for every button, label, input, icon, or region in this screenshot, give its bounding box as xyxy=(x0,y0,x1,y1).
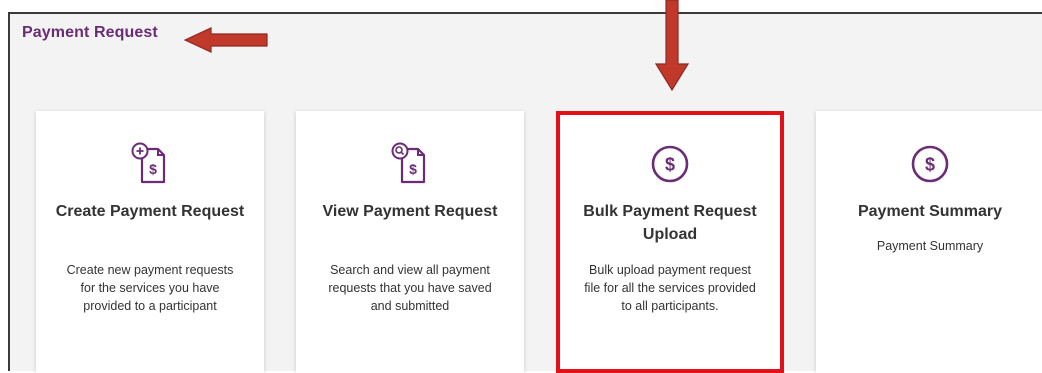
card-description: Create new payment requests for the serv… xyxy=(66,263,234,313)
svg-text:$: $ xyxy=(925,155,935,175)
dollar-circle-icon: $ xyxy=(560,139,780,189)
card-title: Payment Summary xyxy=(857,203,1003,220)
section-title: Payment Request xyxy=(22,24,158,41)
card-description: Bulk upload payment request file for all… xyxy=(584,263,756,313)
payment-summary-card[interactable]: $ Payment Summary Payment Summary xyxy=(816,111,1042,373)
view-payment-request-card[interactable]: $ View Payment Request Search and view a… xyxy=(296,111,524,373)
annotation-arrow-left-icon xyxy=(183,27,268,53)
card-description: Payment Summary xyxy=(876,239,984,253)
document-add-dollar-icon: $ xyxy=(36,139,264,189)
card-title: View Payment Request xyxy=(322,203,498,220)
svg-text:$: $ xyxy=(665,155,675,175)
payment-request-panel: Payment Request $ Create Payment Request… xyxy=(8,12,1042,373)
card-title: Bulk Payment Request Upload xyxy=(583,203,757,243)
document-search-dollar-icon: $ xyxy=(296,139,524,189)
dollar-circle-icon: $ xyxy=(816,139,1042,189)
card-description: Search and view all payment requests tha… xyxy=(328,263,492,313)
create-payment-request-card[interactable]: $ Create Payment Request Create new paym… xyxy=(36,111,264,373)
svg-text:$: $ xyxy=(149,161,157,177)
bulk-payment-request-upload-card[interactable]: $ Bulk Payment Request Upload Bulk uploa… xyxy=(556,111,784,373)
svg-text:$: $ xyxy=(409,161,417,177)
card-title: Create Payment Request xyxy=(55,203,245,220)
annotation-arrow-down-icon xyxy=(655,0,689,92)
